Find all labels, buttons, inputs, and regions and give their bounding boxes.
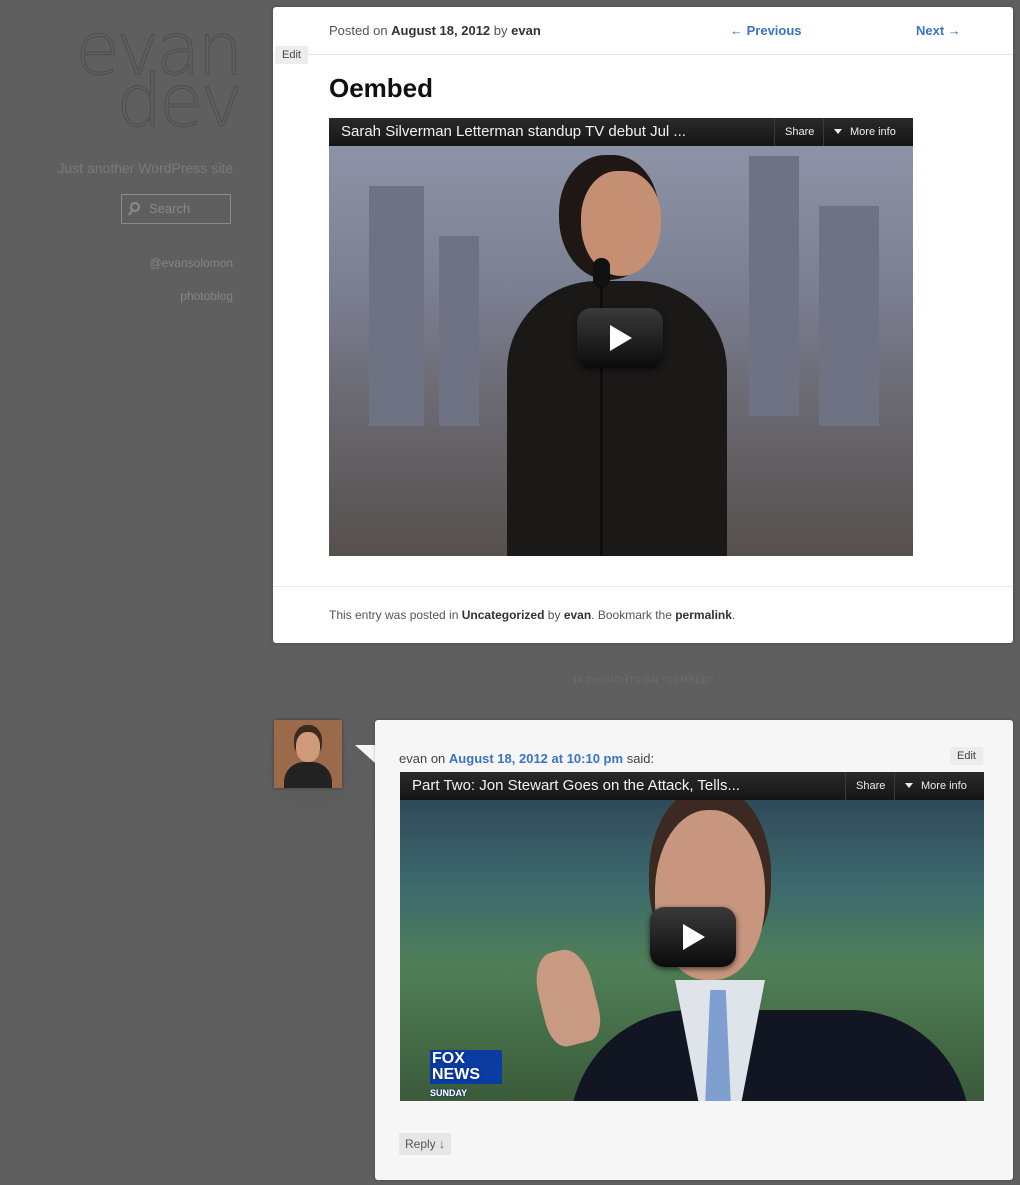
comment-meta: evan on August 18, 2012 at 10:10 pm said… (399, 751, 654, 766)
reply-button[interactable]: Reply ↓ (399, 1133, 452, 1155)
anchor-suit (570, 1010, 970, 1101)
video-share-button[interactable]: Share (845, 772, 895, 800)
post-edit-button[interactable]: Edit (275, 46, 308, 64)
meta-by-text: by (493, 23, 508, 38)
footer-end: . (731, 608, 736, 622)
background-building (369, 186, 424, 426)
search-input[interactable] (149, 201, 225, 216)
footer-author-link[interactable]: evan (564, 608, 591, 622)
more-info-icon (905, 783, 913, 788)
sidebar-link-photoblog[interactable]: photoblog (180, 289, 233, 303)
video-more-info-button[interactable]: More info (894, 772, 977, 800)
next-post-link[interactable]: Next → (916, 23, 961, 38)
post-author-link[interactable]: evan (511, 23, 541, 38)
play-button-icon[interactable] (577, 308, 663, 368)
comment-edit-button[interactable]: Edit (950, 747, 983, 765)
meta-divider (273, 54, 1013, 55)
search-icon (130, 202, 140, 212)
video-title-bar: Sarah Silverman Letterman standup TV deb… (329, 118, 913, 146)
sidebar-link-evansolomon[interactable]: @evansolomon (149, 256, 233, 270)
comments-heading: 14 THOUGHTS ON "OEMBED" (572, 675, 714, 685)
play-button-icon[interactable] (650, 907, 736, 967)
comment-on-text: on (430, 751, 446, 766)
entry-footer: This entry was posted in Uncategorized b… (329, 608, 735, 622)
site-tagline: Just another WordPress site (57, 160, 233, 176)
comment-author[interactable]: evan (399, 751, 427, 766)
more-info-label: More info (921, 780, 967, 792)
microphone-icon (593, 258, 610, 288)
comment-pointer (355, 745, 375, 763)
video-embed-silverman[interactable]: Sarah Silverman Letterman standup TV deb… (329, 118, 913, 556)
post-article: Posted on August 18, 2012 by evan ← Prev… (273, 7, 1013, 643)
fox-sunday-text: SUNDAY (430, 1088, 468, 1098)
comment-said-text: said: (626, 751, 655, 766)
video-embed-stewart[interactable]: FOX NEWS SUNDAY Part Two: Jon Stewart Go… (400, 772, 984, 1101)
video-title[interactable]: Sarah Silverman Letterman standup TV deb… (341, 123, 686, 140)
search-box[interactable] (121, 194, 231, 224)
video-title-bar: Part Two: Jon Stewart Goes on the Attack… (400, 772, 984, 800)
category-link[interactable]: Uncategorized (462, 608, 545, 622)
post-title: Oembed (329, 73, 434, 103)
video-share-button[interactable]: Share (774, 118, 824, 146)
avatar-face (296, 732, 320, 762)
comment-date-link[interactable]: August 18, 2012 at 10:10 pm (449, 751, 623, 766)
background-building (439, 236, 479, 426)
background-building (819, 206, 879, 426)
footer-bookmark: . Bookmark the (591, 608, 672, 622)
permalink-link[interactable]: permalink (675, 608, 732, 622)
footer-prefix: This entry was posted in (329, 608, 459, 622)
video-more-info-button[interactable]: More info (823, 118, 906, 146)
footer-by: by (547, 608, 561, 622)
avatar (274, 720, 342, 788)
performer-head (581, 171, 661, 276)
fox-news-logo-text: FOX NEWS (430, 1050, 502, 1084)
background-building (749, 156, 799, 416)
anchor-hand (529, 944, 606, 1051)
site-logo[interactable]: evan dev (60, 13, 244, 138)
more-info-icon (834, 129, 842, 134)
footer-divider (273, 586, 1013, 587)
more-info-label: More info (850, 126, 896, 138)
fox-news-logo: FOX NEWS SUNDAY (430, 1050, 502, 1100)
meta-posted-text: Posted on (329, 23, 388, 38)
avatar-body (284, 762, 332, 788)
comment-card: evan on August 18, 2012 at 10:10 pm said… (375, 720, 1013, 1180)
previous-post-link[interactable]: ← Previous (730, 23, 802, 38)
video-title[interactable]: Part Two: Jon Stewart Goes on the Attack… (412, 777, 740, 794)
post-date-link[interactable]: August 18, 2012 (391, 23, 490, 38)
entry-meta: Posted on August 18, 2012 by evan (329, 23, 541, 38)
